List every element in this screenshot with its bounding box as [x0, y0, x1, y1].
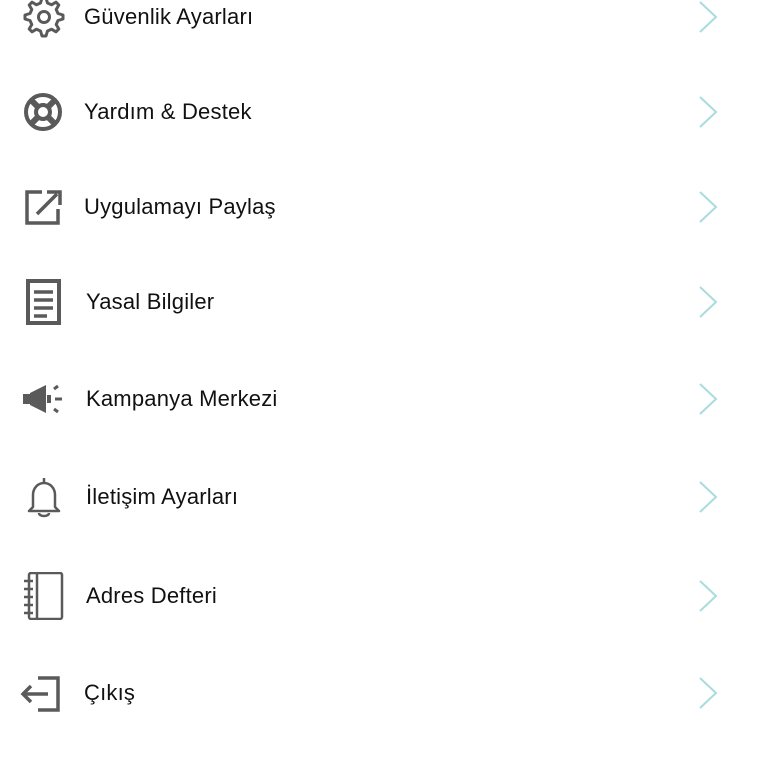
chevron-right-icon: [696, 284, 722, 320]
lifebuoy-icon: [20, 88, 68, 136]
menu-item-campaign-center[interactable]: Kampanya Merkezi: [0, 364, 768, 434]
menu-item-help-support[interactable]: Yardım & Destek: [0, 77, 768, 147]
chevron-right-icon: [696, 381, 722, 417]
share-icon: [20, 183, 68, 231]
menu-item-label: Yardım & Destek: [84, 99, 252, 124]
settings-menu: Güvenlik Ayarları Yardım & Destek Uygula…: [0, 0, 768, 768]
megaphone-icon: [20, 375, 68, 423]
menu-item-legal-info[interactable]: Yasal Bilgiler: [0, 267, 768, 337]
menu-item-label: Adres Defteri: [86, 583, 217, 608]
menu-item-label: Çıkış: [84, 680, 136, 705]
menu-item-label: Uygulamayı Paylaş: [84, 194, 276, 219]
menu-item-security-settings[interactable]: Güvenlik Ayarları: [0, 0, 768, 52]
menu-item-address-book[interactable]: Adres Defteri: [0, 561, 768, 631]
document-icon: [20, 278, 68, 326]
bell-icon: [20, 473, 68, 521]
logout-icon: [20, 669, 68, 717]
menu-item-label: Güvenlik Ayarları: [84, 4, 254, 29]
chevron-right-icon: [696, 578, 722, 614]
menu-item-label: İletişim Ayarları: [86, 484, 239, 509]
gear-icon: [20, 0, 68, 41]
chevron-right-icon: [696, 189, 722, 225]
chevron-right-icon: [696, 675, 722, 711]
menu-item-share-app[interactable]: Uygulamayı Paylaş: [0, 172, 768, 242]
chevron-right-icon: [696, 0, 722, 35]
menu-item-communication-settings[interactable]: İletişim Ayarları: [0, 462, 768, 532]
menu-item-label: Kampanya Merkezi: [86, 386, 278, 411]
menu-item-label: Yasal Bilgiler: [86, 289, 215, 314]
address-book-icon: [20, 572, 68, 620]
chevron-right-icon: [696, 479, 722, 515]
chevron-right-icon: [696, 94, 722, 130]
menu-item-logout[interactable]: Çıkış: [0, 658, 768, 728]
